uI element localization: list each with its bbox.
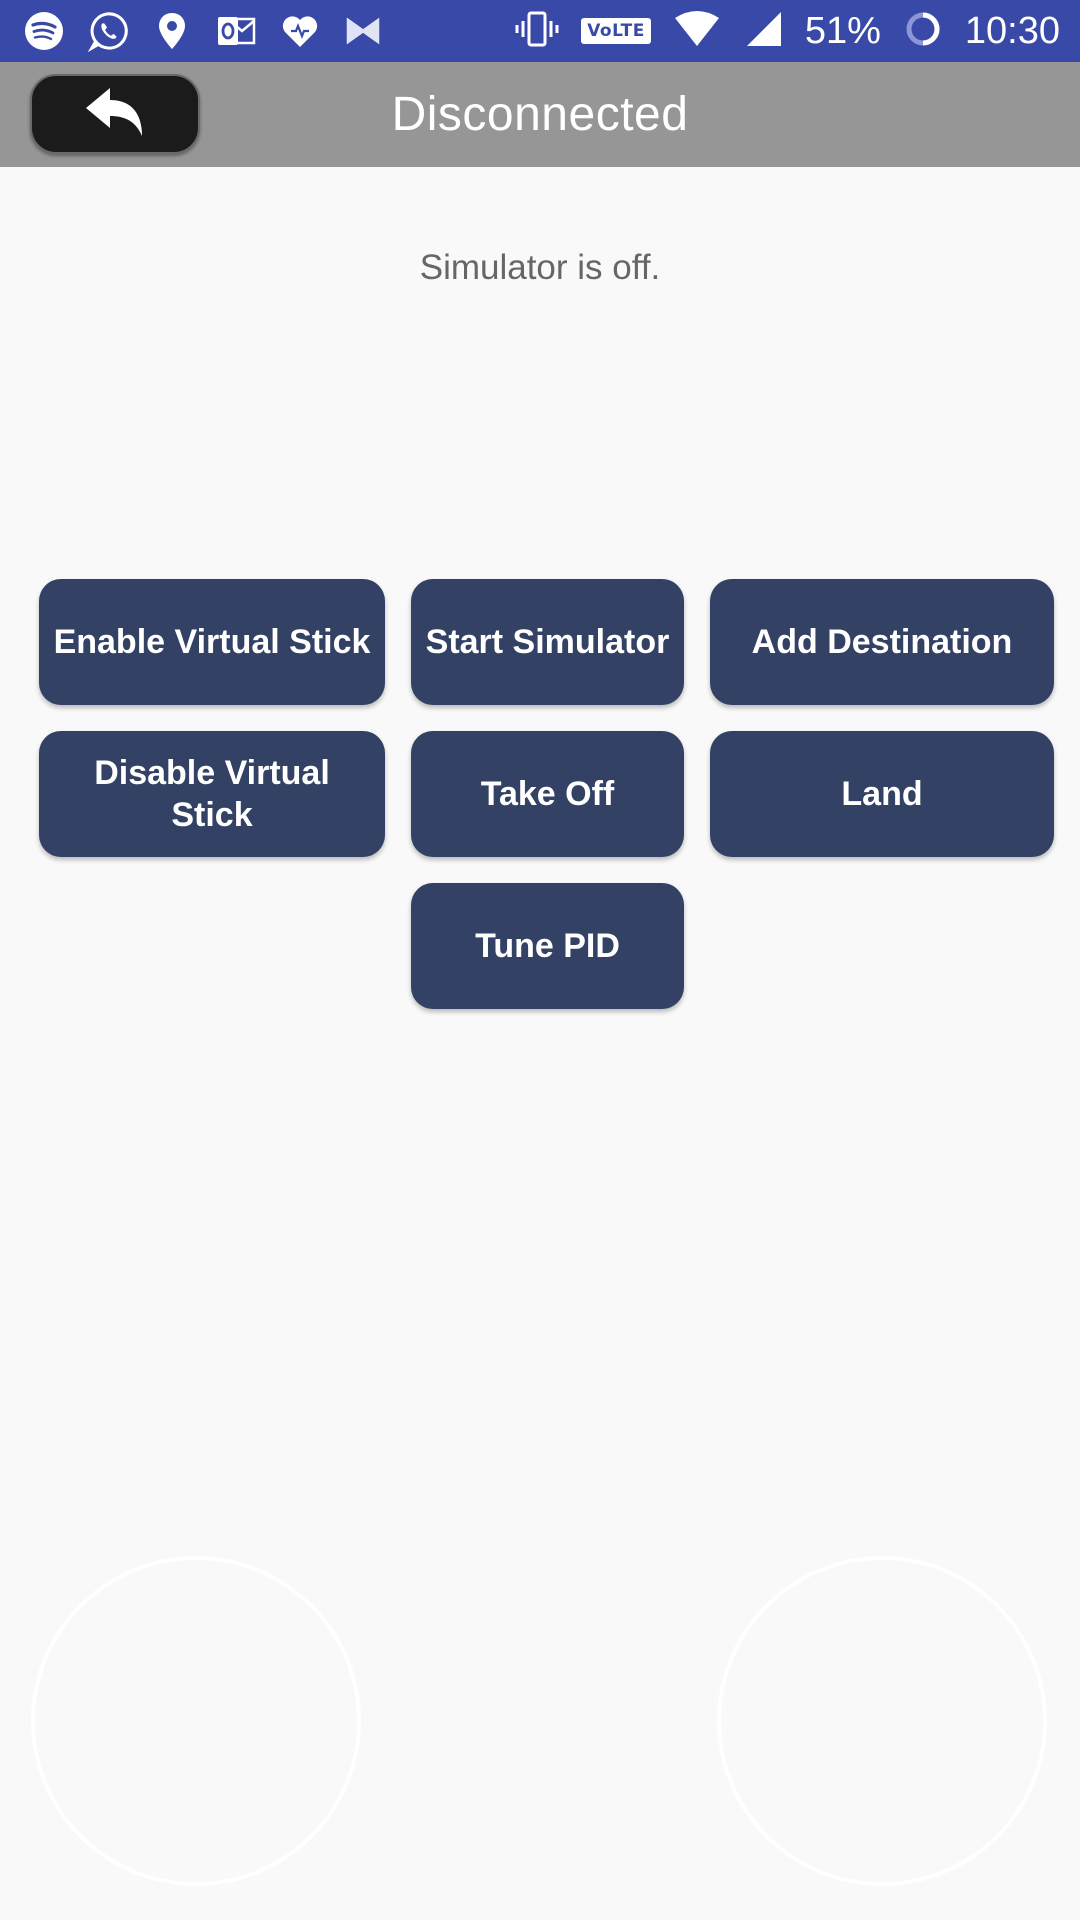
bowtie-app-icon — [344, 11, 384, 51]
status-bar: VoLTE 51% 10:30 — [0, 0, 1080, 62]
simulator-status-text: Simulator is off. — [419, 248, 661, 287]
disable-virtual-stick-button[interactable]: Disable Virtual Stick — [39, 731, 385, 857]
app-header: Disconnected — [0, 62, 1080, 167]
battery-ring-icon — [903, 9, 943, 54]
add-destination-button[interactable]: Add Destination — [710, 579, 1054, 705]
enable-virtual-stick-button[interactable]: Enable Virtual Stick — [39, 579, 385, 705]
whatsapp-icon — [88, 11, 128, 52]
left-joystick[interactable] — [31, 1556, 361, 1886]
right-joystick[interactable] — [717, 1556, 1047, 1886]
back-arrow-icon — [80, 84, 150, 145]
heart-icon — [280, 11, 320, 51]
spotify-icon — [24, 11, 64, 51]
volte-badge: VoLTE — [581, 18, 651, 44]
wifi-icon — [673, 10, 721, 53]
battery-percent: 51% — [804, 9, 881, 52]
signal-icon — [743, 10, 783, 53]
outlook-icon — [216, 11, 256, 51]
clock: 10:30 — [964, 9, 1060, 52]
vibrate-icon — [515, 9, 559, 54]
back-button[interactable] — [30, 74, 200, 154]
location-pin-icon — [152, 11, 192, 51]
tune-pid-button[interactable]: Tune PID — [411, 883, 684, 1009]
notification-icons — [24, 0, 384, 62]
land-button[interactable]: Land — [710, 731, 1054, 857]
take-off-button[interactable]: Take Off — [411, 731, 684, 857]
start-simulator-button[interactable]: Start Simulator — [411, 579, 684, 705]
system-indicators: VoLTE 51% 10:30 — [515, 0, 1060, 62]
